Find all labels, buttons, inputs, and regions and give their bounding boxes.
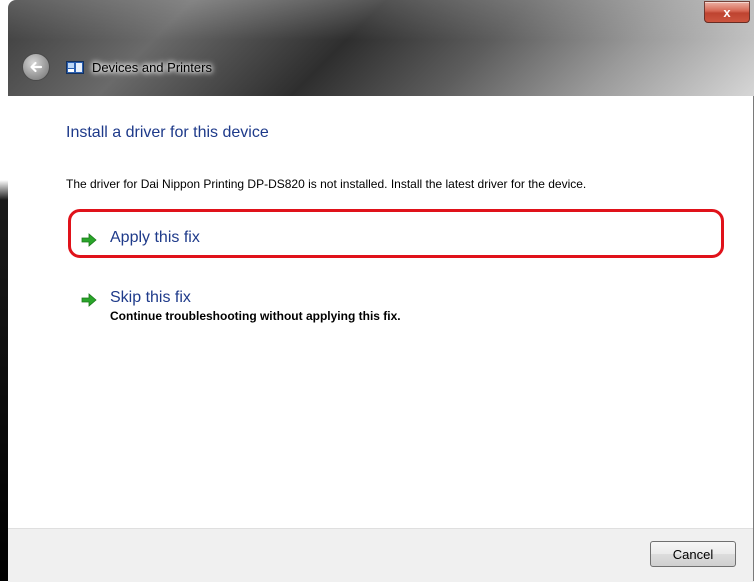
- page-heading: Install a driver for this device: [66, 124, 269, 141]
- window-title: Devices and Printers: [92, 60, 212, 75]
- skip-fix-label: Skip this fix: [110, 289, 191, 306]
- green-arrow-icon: [81, 233, 97, 247]
- title-bar[interactable]: Devices and Printers x: [8, 0, 754, 96]
- back-button[interactable]: [22, 53, 50, 81]
- apply-fix-label: Apply this fix: [110, 229, 200, 246]
- troubleshooter-window: Devices and Printers x Install a driver …: [8, 0, 754, 582]
- green-arrow-icon: [81, 293, 97, 307]
- skip-fix-sublabel: Continue troubleshooting without applyin…: [110, 309, 401, 323]
- problem-description: The driver for Dai Nippon Printing DP-DS…: [66, 177, 587, 191]
- footer-bar: Cancel: [8, 528, 754, 582]
- devices-and-printers-icon: [66, 61, 84, 74]
- close-icon: x: [723, 4, 731, 20]
- apply-fix-option[interactable]: Apply this fix: [80, 229, 200, 249]
- close-button[interactable]: x: [704, 1, 750, 23]
- back-arrow-icon: [30, 61, 43, 73]
- cancel-button[interactable]: Cancel: [650, 541, 736, 567]
- skip-fix-option[interactable]: Skip this fix Continue troubleshooting w…: [80, 289, 401, 323]
- content-area: Install a driver for this device The dri…: [8, 96, 754, 528]
